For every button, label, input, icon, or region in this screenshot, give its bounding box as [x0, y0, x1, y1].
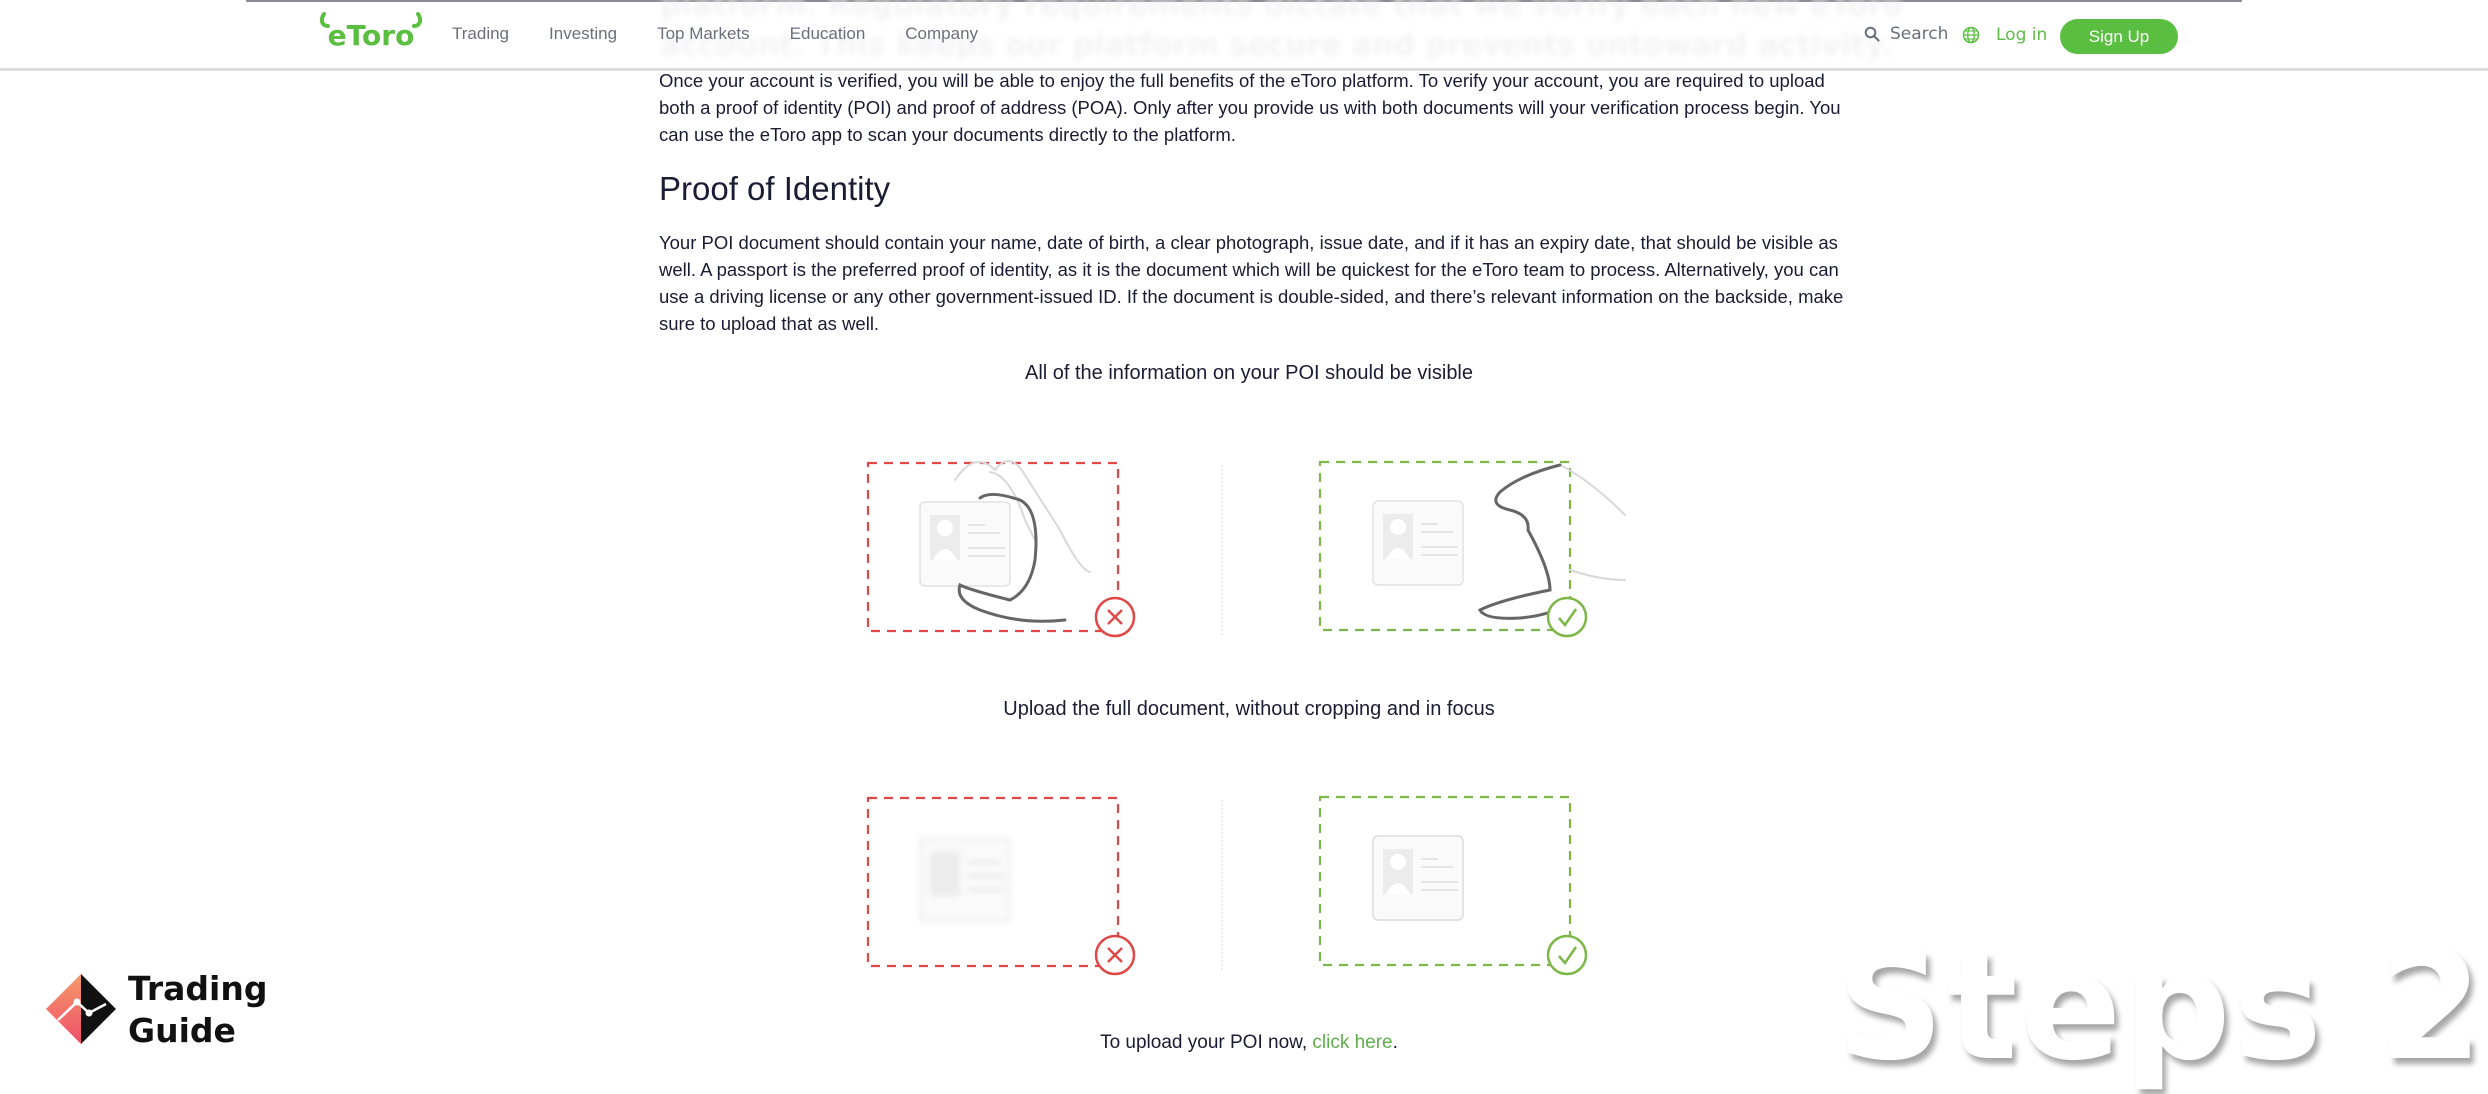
nav-company[interactable]: Company [905, 24, 978, 44]
signup-button[interactable]: Sign Up [2060, 19, 2178, 54]
globe-icon[interactable] [1962, 26, 1980, 44]
etoro-logo[interactable]: eToro [318, 12, 424, 52]
check-circle-icon [1546, 596, 1588, 638]
brand-line-2: Guide [128, 1011, 236, 1050]
steps-watermark: Steps 2 [1836, 920, 2485, 1094]
intro-paragraph: Once your account is verified, you will … [659, 70, 1841, 145]
poi-visible-illustration [866, 460, 1626, 638]
check-circle-icon [1546, 934, 1588, 976]
trading-guide-logo-icon [46, 974, 116, 1044]
x-circle-icon [1094, 596, 1136, 638]
search-icon [1864, 26, 1880, 42]
nav-investing[interactable]: Investing [549, 24, 617, 44]
search-button[interactable]: Search [1864, 24, 1948, 44]
trading-guide-brand: Trading Guide [128, 968, 267, 1052]
id-card-icon [919, 501, 1011, 587]
blurred-id-card-icon [919, 837, 1011, 923]
poi-paragraph: Your POI document should contain your na… [659, 232, 1844, 334]
illustration-caption: Upload the full document, without croppi… [1003, 698, 1495, 720]
site-header: eToro Trading Investing Top Markets Educ… [0, 2, 2488, 71]
section-heading: Proof of Identity [659, 170, 891, 207]
login-link[interactable]: Log in [1996, 25, 2047, 45]
id-card-icon [1372, 835, 1464, 921]
cta-prefix: To upload your POI now, [1100, 1032, 1313, 1053]
logo-text: eToro [328, 19, 415, 52]
x-circle-icon [1094, 934, 1136, 976]
brand-line-1: Trading [128, 969, 268, 1008]
main-nav: Trading Investing Top Markets Education … [452, 24, 1018, 44]
nav-trading[interactable]: Trading [452, 24, 509, 44]
click-here-link[interactable]: click here [1312, 1032, 1392, 1053]
upload-cta: To upload your POI now, click here. [659, 1032, 1839, 1054]
id-card-icon [1372, 500, 1464, 586]
hand-drawing [1477, 463, 1626, 620]
search-label: Search [1890, 24, 1949, 44]
illustration-caption: All of the information on your POI shoul… [1024, 362, 1474, 384]
cta-suffix: . [1392, 1032, 1398, 1053]
nav-education[interactable]: Education [790, 24, 866, 44]
full-document-illustration [866, 795, 1588, 976]
nav-top-markets[interactable]: Top Markets [657, 24, 750, 44]
